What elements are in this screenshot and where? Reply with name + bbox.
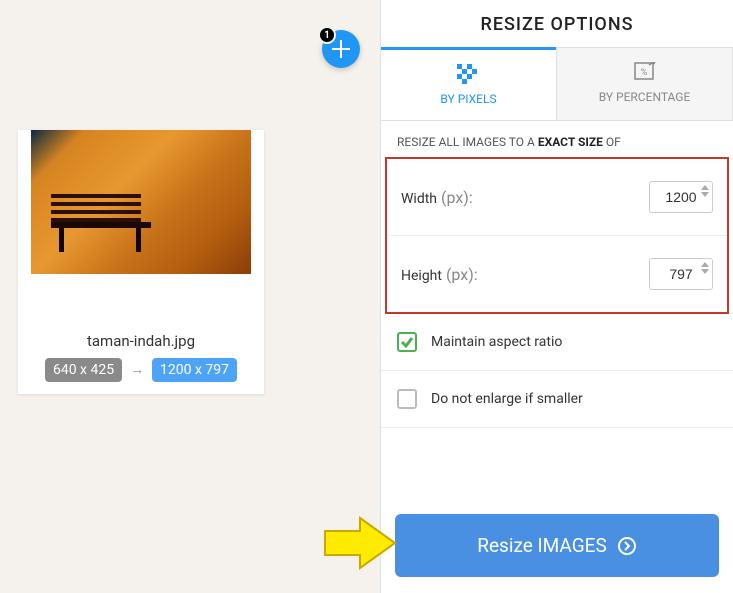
image-preview[interactable] [31,130,251,274]
width-row: Width (px): [387,159,727,236]
width-step-down[interactable] [701,192,709,197]
height-row: Height (px): [387,236,727,312]
checkmark-icon [400,335,414,349]
panel-title: RESIZE OPTIONS [381,0,733,47]
width-label: Width [401,191,437,207]
dimensions-row: 640 x 425 → 1200 x 797 [18,358,264,382]
circle-arrow-icon [617,536,637,556]
width-step-up[interactable] [701,185,709,190]
maintain-ratio-checkbox[interactable] [397,332,417,352]
height-label: Height [401,268,442,284]
svg-text:%: % [640,68,647,78]
pixels-icon [457,64,481,84]
height-step-up[interactable] [701,262,709,267]
new-dimensions: 1200 x 797 [152,358,237,382]
tab-percentage-label: BY PERCENTAGE [599,90,691,104]
tab-percentage[interactable]: % BY PERCENTAGE [556,47,733,120]
plus-icon [332,40,350,58]
add-image-button[interactable]: 1 [322,30,360,68]
tab-pixels[interactable]: BY PIXELS [381,47,556,120]
fields-highlight-box: Width (px): Height (px): [385,157,729,314]
tabs: BY PIXELS % BY PERCENTAGE [381,47,733,121]
height-step-down[interactable] [701,269,709,274]
tab-pixels-label: BY PIXELS [440,92,496,106]
add-badge: 1 [318,26,336,44]
no-enlarge-row: Do not enlarge if smaller [381,371,733,428]
no-enlarge-checkbox[interactable] [397,389,417,409]
height-unit: (px): [446,265,478,284]
original-dimensions: 640 x 425 [45,358,122,382]
image-card: taman-indah.jpg 640 x 425 → 1200 x 797 [18,130,264,394]
resize-button-label: Resize IMAGES [477,534,607,557]
resize-subtitle: RESIZE ALL IMAGES TO A EXACT SIZE OF [381,121,733,157]
arrow-right-icon: → [130,362,144,378]
maintain-ratio-label: Maintain aspect ratio [431,334,562,350]
resize-button[interactable]: Resize IMAGES [395,514,719,577]
no-enlarge-label: Do not enlarge if smaller [431,391,583,407]
width-unit: (px): [441,188,473,207]
percentage-icon: % [634,62,656,82]
maintain-ratio-row: Maintain aspect ratio [381,314,733,371]
image-filename: taman-indah.jpg [18,332,264,350]
